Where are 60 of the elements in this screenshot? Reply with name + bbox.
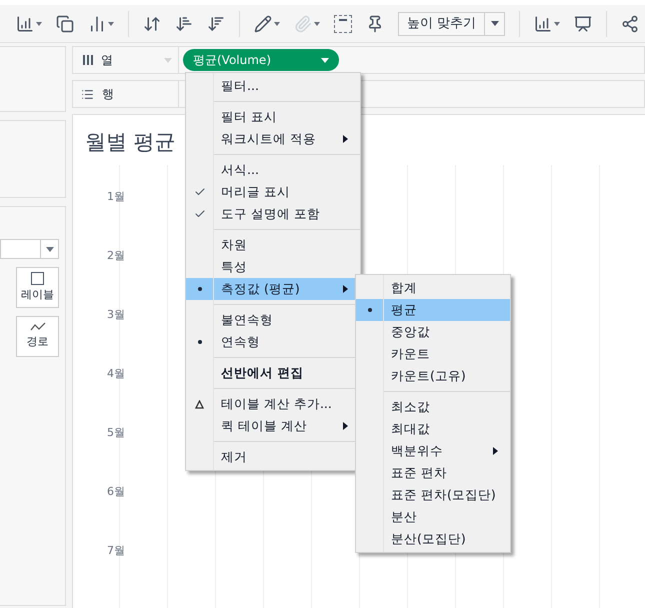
pin-icon[interactable]: [366, 14, 384, 32]
columns-icon: [83, 55, 93, 65]
caret-icon: [321, 58, 329, 62]
row-label: 1월: [107, 188, 125, 204]
menu-item[interactable]: 분산: [356, 506, 510, 528]
sort-descending-icon[interactable]: [207, 14, 225, 32]
caret-icon[interactable]: [554, 22, 560, 26]
menu-item[interactable]: 차원: [186, 234, 360, 256]
check-icon: [194, 208, 206, 220]
menu-item[interactable]: 필터...: [186, 75, 360, 97]
chart-title: 월별 평균: [85, 129, 176, 156]
caret-icon[interactable]: [314, 22, 320, 26]
row-label: 4월: [107, 366, 125, 382]
row-label: 6월: [107, 484, 125, 500]
swap-icon[interactable]: [143, 14, 161, 32]
text-icon: [31, 272, 44, 285]
menu-item[interactable]: 백분위수: [356, 440, 510, 462]
menu-item[interactable]: 카운트(고유): [356, 365, 510, 387]
marks-button[interactable]: 경로: [16, 316, 59, 357]
check-icon: [194, 186, 206, 198]
menu-item[interactable]: 도구 설명에 포함: [186, 203, 360, 225]
caret-icon: [46, 246, 54, 252]
row-label: 7월: [107, 542, 125, 558]
caret-icon: [490, 21, 499, 26]
caret-icon[interactable]: [108, 22, 114, 26]
row-label: 5월: [107, 424, 125, 440]
shelf-label: 열: [101, 52, 114, 69]
rows-icon: [81, 88, 94, 100]
fit-dropdown[interactable]: 높이 맞추기: [398, 12, 506, 36]
paperclip-icon[interactable]: [294, 14, 312, 32]
menu-item[interactable]: 최소값: [356, 396, 510, 418]
menu-item[interactable]: 특성: [186, 256, 360, 278]
menu-item[interactable]: 카운트: [356, 343, 510, 365]
delta-icon: [195, 400, 204, 408]
measure-pill[interactable]: 평균(Volume): [183, 49, 339, 71]
sort-ascending-icon[interactable]: [175, 14, 193, 32]
line-path-icon: [30, 322, 46, 332]
row-label: 3월: [107, 306, 125, 322]
bullet-icon: [368, 308, 372, 312]
bullet-icon: [198, 340, 202, 344]
marks-button[interactable]: 레이블: [16, 267, 59, 308]
menu-item[interactable]: 평균: [356, 299, 510, 321]
duplicate-icon[interactable]: [56, 14, 74, 32]
menu-item[interactable]: 최대값: [356, 418, 510, 440]
presentation-icon[interactable]: [574, 14, 592, 32]
menu-item[interactable]: 머리글 표시: [186, 181, 360, 203]
caret-icon[interactable]: [274, 22, 280, 26]
menu-item[interactable]: 워크시트에 적용: [186, 128, 360, 150]
share-icon[interactable]: [621, 14, 640, 32]
menu-item[interactable]: 분산(모집단): [356, 528, 510, 550]
bullet-icon: [198, 287, 202, 291]
menu-item[interactable]: 서식...: [186, 159, 360, 181]
menu-item[interactable]: 표준 편차: [356, 462, 510, 484]
shelf-label: 행: [102, 86, 114, 103]
menu-item[interactable]: 중앙값: [356, 321, 510, 343]
caret-icon: [164, 58, 172, 62]
row-label: 2월: [107, 248, 125, 264]
menu-item[interactable]: 표준 편차(모집단): [356, 484, 510, 506]
menu-item[interactable]: 필터 표시: [186, 106, 360, 128]
caret-icon[interactable]: [36, 22, 42, 26]
